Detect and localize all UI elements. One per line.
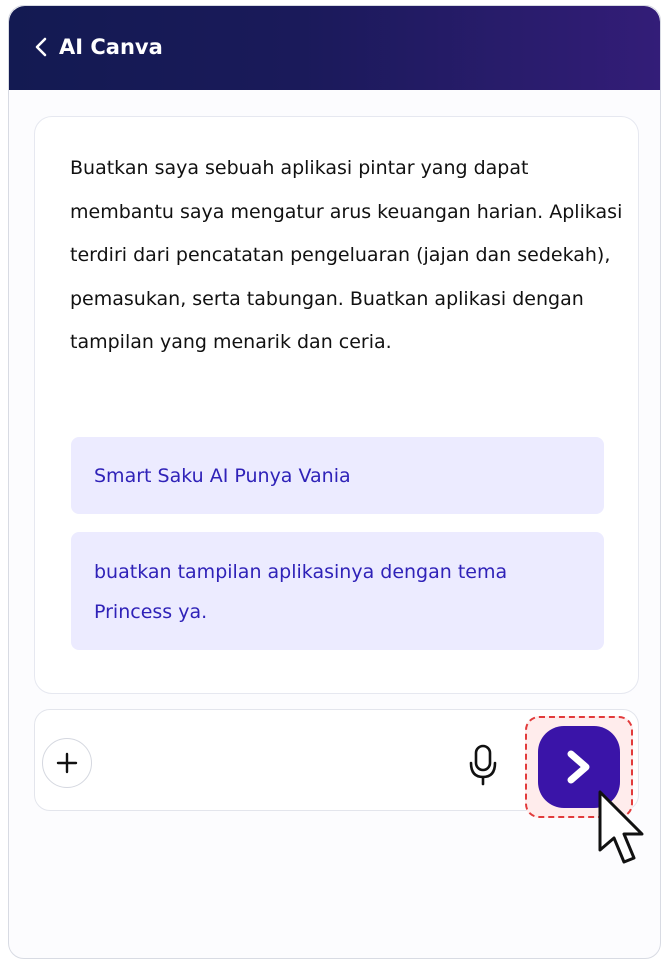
add-attachment-button[interactable] — [42, 738, 92, 788]
suggestion-chip-title[interactable]: Smart Saku AI Punya Vania — [71, 437, 604, 514]
suggestion-label: Smart Saku AI Punya Vania — [94, 465, 351, 487]
voice-input-button[interactable] — [463, 740, 503, 790]
message-composer — [34, 709, 639, 818]
page-title: AI Canva — [59, 35, 163, 59]
microphone-icon — [469, 744, 497, 786]
mouse-pointer-icon — [598, 790, 644, 864]
plus-icon — [56, 752, 78, 774]
chevron-left-icon[interactable] — [31, 35, 51, 59]
message-input[interactable] — [105, 740, 449, 782]
suggestion-label: buatkan tampilan aplikasinya dengan tema… — [94, 561, 508, 623]
prompt-message: Buatkan saya sebuah aplikasi pintar yang… — [70, 157, 623, 353]
chat-card: Buatkan saya sebuah aplikasi pintar yang… — [34, 116, 639, 694]
app-header: AI Canva — [9, 6, 660, 90]
suggestion-chip-theme[interactable]: buatkan tampilan aplikasinya dengan tema… — [71, 532, 604, 650]
app-window: AI Canva Buatkan saya sebuah aplikasi pi… — [8, 5, 661, 959]
